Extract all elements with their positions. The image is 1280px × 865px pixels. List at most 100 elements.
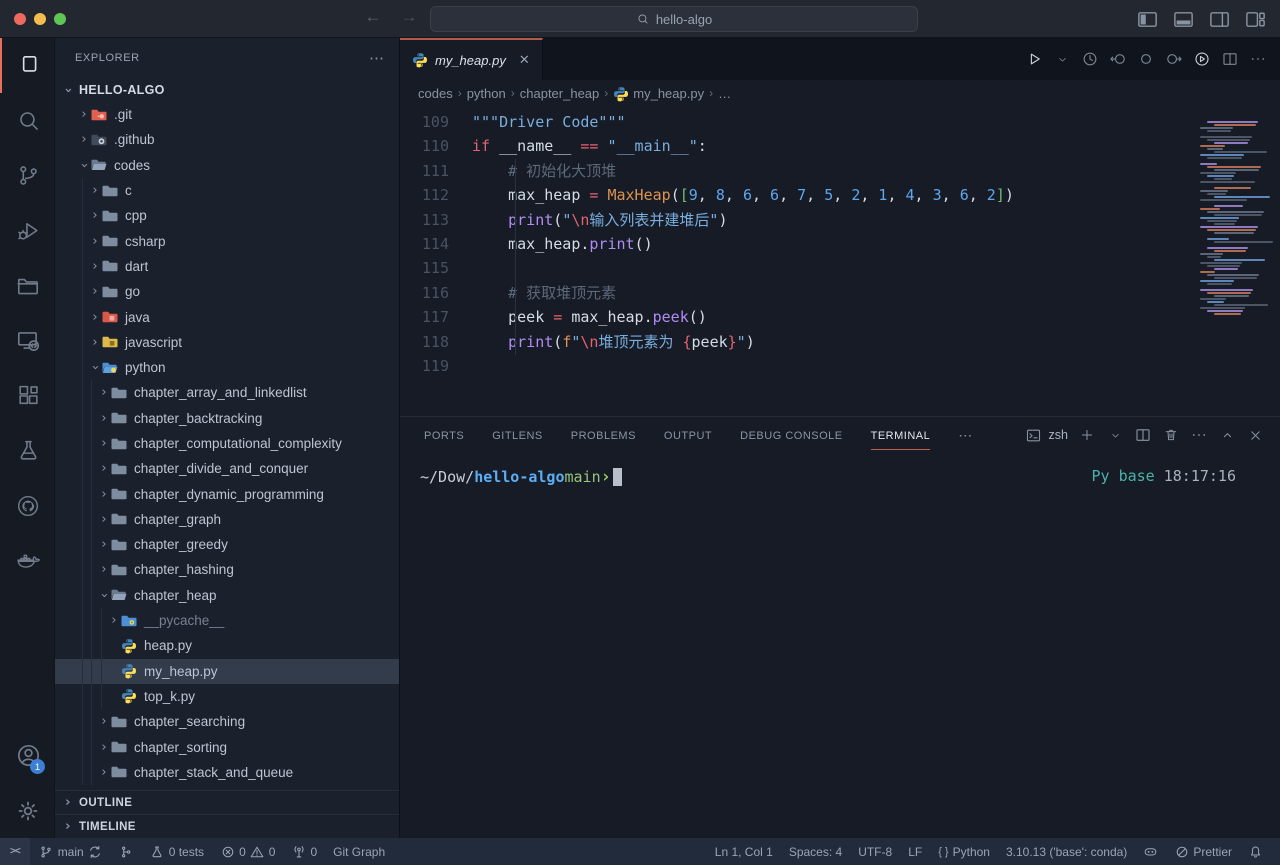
tree-item-chapter-computational-complexity[interactable]: ›chapter_computational_complexity bbox=[55, 431, 399, 456]
layout-custom-button[interactable] bbox=[1242, 7, 1268, 31]
panel-tab-terminal[interactable]: TERMINAL bbox=[871, 421, 931, 450]
notifications[interactable] bbox=[1241, 838, 1270, 865]
indentation[interactable]: Spaces: 4 bbox=[782, 838, 849, 865]
tree-item-chapter-greedy[interactable]: ›chapter_greedy bbox=[55, 532, 399, 557]
sidebar-section-timeline[interactable]: ›TIMELINE bbox=[55, 814, 399, 838]
panel-tab-ports[interactable]: PORTS bbox=[424, 421, 464, 450]
tree-item-cpp[interactable]: ›cpp bbox=[55, 203, 399, 228]
breadcrumb-item[interactable]: … bbox=[718, 86, 731, 101]
tab-my-heap-py[interactable]: my_heap.py ✕ bbox=[400, 38, 543, 80]
tree-item-go[interactable]: ›go bbox=[55, 279, 399, 304]
tree-item-csharp[interactable]: ›csharp bbox=[55, 228, 399, 253]
activity-manage-settings-button[interactable] bbox=[0, 783, 54, 838]
activity-folders-view-button[interactable] bbox=[0, 258, 54, 313]
activity-run-and-debug-button[interactable] bbox=[0, 203, 54, 258]
sidebar-section-outline[interactable]: ›OUTLINE bbox=[55, 790, 399, 814]
panel-tab-debug-console[interactable]: DEBUG CONSOLE bbox=[740, 421, 842, 450]
play-button[interactable] bbox=[1022, 47, 1046, 71]
tree-item--github[interactable]: ›.github bbox=[55, 127, 399, 152]
tree-item-codes[interactable]: ›codes bbox=[55, 153, 399, 178]
copilot-status[interactable] bbox=[1136, 838, 1165, 865]
problems-status[interactable]: 00 bbox=[213, 838, 282, 865]
cursor-position[interactable]: Ln 1, Col 1 bbox=[708, 838, 780, 865]
tree-item-java[interactable]: ›java bbox=[55, 304, 399, 329]
layout-sidebar-button[interactable] bbox=[1134, 7, 1160, 31]
code-editor[interactable]: 109"""Driver Code"""110if __name__ == "_… bbox=[400, 106, 1280, 416]
breadcrumb-item[interactable]: python bbox=[467, 86, 506, 101]
git-graph-label[interactable]: Git Graph bbox=[326, 838, 392, 865]
chevdown-button[interactable] bbox=[1050, 47, 1074, 71]
tree-item-my-heap-py[interactable]: my_heap.py bbox=[55, 659, 399, 684]
activity-docker-button[interactable] bbox=[0, 533, 54, 588]
close-button[interactable] bbox=[1244, 424, 1266, 446]
navigate-back-button[interactable]: ← bbox=[362, 7, 384, 27]
tree-item-chapter-divide-and-conquer[interactable]: ›chapter_divide_and_conquer bbox=[55, 456, 399, 481]
breadcrumb-item[interactable]: my_heap.py bbox=[633, 86, 704, 101]
panel-tab-problems[interactable]: PROBLEMS bbox=[571, 421, 636, 450]
tree-item-chapter-heap[interactable]: ›chapter_heap bbox=[55, 583, 399, 608]
breadcrumb-item[interactable]: codes bbox=[418, 86, 453, 101]
activity-testing-button[interactable] bbox=[0, 423, 54, 478]
more-button[interactable] bbox=[1188, 424, 1210, 446]
runcircle-button[interactable] bbox=[1190, 47, 1214, 71]
workspace-root-folder[interactable]: › HELLO-ALGO bbox=[55, 78, 399, 102]
spliteditor-button[interactable] bbox=[1132, 424, 1154, 446]
tree-item-dart[interactable]: ›dart bbox=[55, 254, 399, 279]
chevdown-button[interactable] bbox=[1104, 424, 1126, 446]
explorer-more-actions-button[interactable]: ⋯ bbox=[369, 49, 385, 67]
tree-item--pycache-[interactable]: ›__pycache__ bbox=[55, 608, 399, 633]
panel-tab-gitlens[interactable]: GITLENS bbox=[492, 421, 543, 450]
minimap[interactable] bbox=[1200, 118, 1274, 350]
eol[interactable]: LF bbox=[901, 838, 929, 865]
spliteditor-button[interactable] bbox=[1218, 47, 1242, 71]
prettier-status[interactable]: Prettier bbox=[1167, 838, 1239, 865]
activity-source-control-button[interactable] bbox=[0, 148, 54, 203]
encoding[interactable]: UTF-8 bbox=[851, 838, 899, 865]
termicon-button[interactable] bbox=[1023, 424, 1045, 446]
panel-tabs-more-button[interactable]: ⋯ bbox=[958, 427, 972, 444]
prevchange-button[interactable] bbox=[1106, 47, 1130, 71]
feedback-status[interactable]: 0 bbox=[284, 838, 324, 865]
remote-indicator[interactable]: >< bbox=[0, 838, 30, 865]
command-center-search[interactable]: hello-algo bbox=[430, 6, 918, 32]
git-graph-button[interactable] bbox=[112, 838, 141, 865]
tree-item-python[interactable]: ›python bbox=[55, 355, 399, 380]
terminal[interactable]: ~/Dow/hello-algo main › Py base 18:17:16 bbox=[400, 453, 1280, 838]
activity-github-button[interactable] bbox=[0, 478, 54, 533]
git-branch[interactable]: main bbox=[32, 838, 110, 865]
tests-status[interactable]: 0 tests bbox=[143, 838, 211, 865]
tree-item-chapter-searching[interactable]: ›chapter_searching bbox=[55, 709, 399, 734]
panel-tab-output[interactable]: OUTPUT bbox=[664, 421, 712, 450]
breadcrumb-item[interactable]: chapter_heap bbox=[520, 86, 600, 101]
chevup-button[interactable] bbox=[1216, 424, 1238, 446]
tree-item-chapter-graph[interactable]: ›chapter_graph bbox=[55, 507, 399, 532]
tree-item-chapter-stack-and-queue[interactable]: ›chapter_stack_and_queue bbox=[55, 760, 399, 785]
tree-item-chapter-hashing[interactable]: ›chapter_hashing bbox=[55, 557, 399, 582]
tree-item-chapter-array-and-linkedlist[interactable]: ›chapter_array_and_linkedlist bbox=[55, 380, 399, 405]
history-button[interactable] bbox=[1078, 47, 1102, 71]
tree-item-chapter-backtracking[interactable]: ›chapter_backtracking bbox=[55, 406, 399, 431]
tree-item-heap-py[interactable]: heap.py bbox=[55, 633, 399, 658]
activity-accounts-button[interactable]: 1 bbox=[0, 728, 54, 783]
tree-item-chapter-dynamic-programming[interactable]: ›chapter_dynamic_programming bbox=[55, 481, 399, 506]
activity-remote-explorer-button[interactable] bbox=[0, 313, 54, 368]
close-window-button[interactable] bbox=[14, 13, 26, 25]
tree-item-top-k-py[interactable]: top_k.py bbox=[55, 684, 399, 709]
close-tab-icon[interactable]: ✕ bbox=[519, 52, 530, 68]
trash-button[interactable] bbox=[1160, 424, 1182, 446]
navigate-forward-button[interactable]: → bbox=[398, 7, 420, 27]
tree-item-javascript[interactable]: ›javascript bbox=[55, 330, 399, 355]
circledim-button[interactable] bbox=[1134, 47, 1158, 71]
language-mode[interactable]: { }Python bbox=[931, 838, 997, 865]
activity-explorer-button[interactable] bbox=[0, 38, 54, 93]
activity-extensions-button[interactable] bbox=[0, 368, 54, 423]
tree-item-chapter-sorting[interactable]: ›chapter_sorting bbox=[55, 734, 399, 759]
python-interpreter[interactable]: 3.10.13 ('base': conda) bbox=[999, 838, 1134, 865]
layout-sidebar-right-button[interactable] bbox=[1206, 7, 1232, 31]
more-button[interactable] bbox=[1246, 47, 1270, 71]
activity-search-button[interactable] bbox=[0, 93, 54, 148]
layout-panel-button[interactable] bbox=[1170, 7, 1196, 31]
nextchange-button[interactable] bbox=[1162, 47, 1186, 71]
tree-item-c[interactable]: ›c bbox=[55, 178, 399, 203]
tree-item--git[interactable]: ›.git bbox=[55, 102, 399, 127]
